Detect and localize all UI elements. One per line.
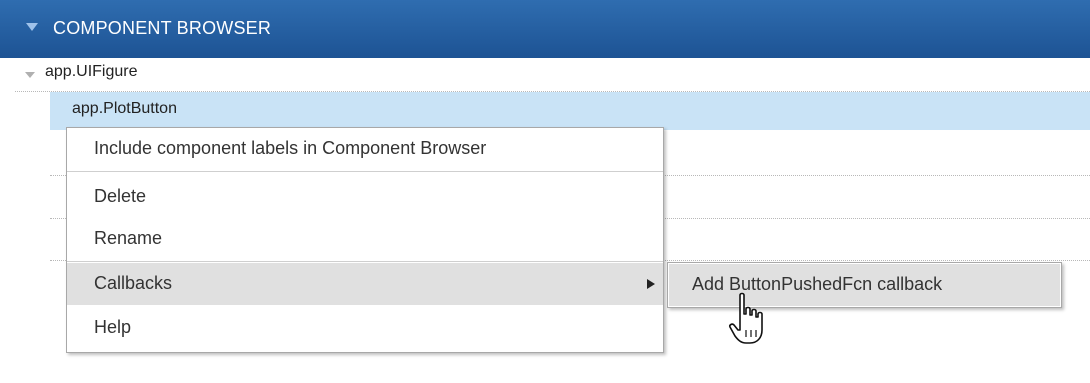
submenu-arrow-icon — [647, 279, 655, 289]
triangle-down-icon[interactable] — [25, 70, 35, 80]
tree-node-label: app.PlotButton — [72, 100, 177, 117]
callbacks-submenu: Add ButtonPushedFcn callback — [667, 262, 1062, 308]
tree-node-label: app.UIFigure — [45, 63, 138, 80]
menu-separator — [67, 171, 663, 172]
menu-item-delete[interactable]: Delete — [67, 176, 663, 218]
triangle-down-icon[interactable] — [25, 20, 39, 34]
menu-item-include-labels[interactable]: Include component labels in Component Br… — [67, 128, 663, 170]
menu-item-label: Include component labels in Component Br… — [94, 138, 487, 158]
menu-item-label: Callbacks — [94, 273, 173, 293]
context-menu: Include component labels in Component Br… — [66, 127, 664, 353]
menu-item-label: Delete — [94, 186, 147, 206]
menu-item-help[interactable]: Help — [67, 307, 663, 349]
tree-node-plotbutton[interactable]: app.PlotButton — [50, 92, 1090, 130]
menu-item-label: Rename — [94, 228, 163, 248]
hand-pointer-icon — [729, 292, 763, 344]
menu-item-label: Help — [94, 317, 132, 337]
panel-title: COMPONENT BROWSER — [53, 18, 272, 38]
tree-node-uifigure[interactable]: app.UIFigure — [0, 58, 1090, 92]
menu-separator — [67, 261, 663, 262]
menu-item-callbacks[interactable]: Callbacks — [67, 263, 663, 305]
component-browser-header[interactable]: COMPONENT BROWSER — [0, 0, 1090, 58]
menu-item-rename[interactable]: Rename — [67, 218, 663, 260]
